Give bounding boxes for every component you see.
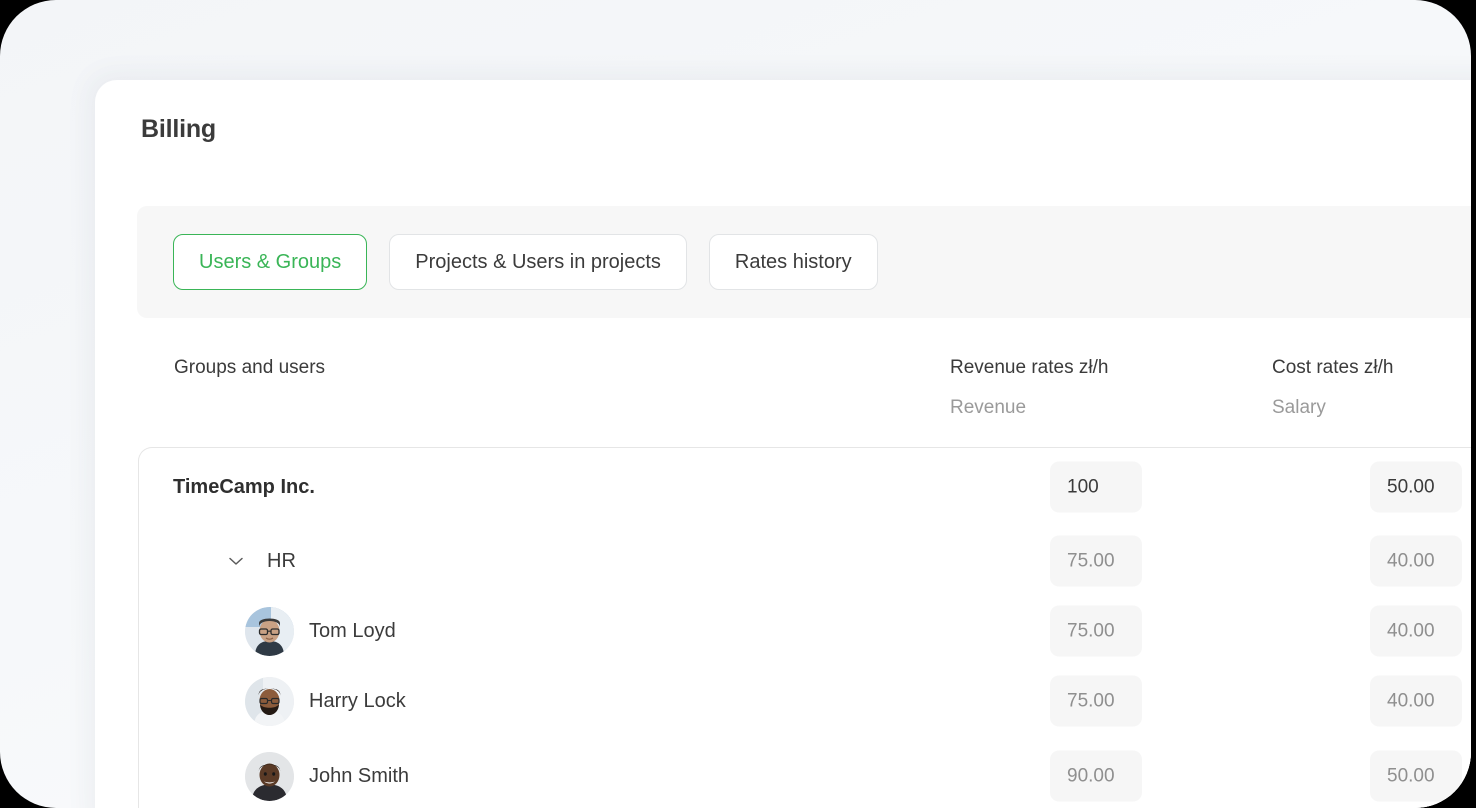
table-row[interactable]: John Smith 90.00 50.00 — [139, 736, 1471, 808]
row-name: HR — [267, 549, 296, 572]
revenue-rate-input[interactable]: 75.00 — [1050, 535, 1142, 587]
tab-projects-and-users-in-projects[interactable]: Projects & Users in projects — [389, 234, 687, 290]
avatar — [245, 676, 294, 726]
page-title: Billing — [141, 115, 216, 143]
row-name: Tom Loyd — [309, 619, 396, 642]
column-header-revenue-rates: Revenue rates zł/h Revenue — [950, 357, 1108, 419]
avatar — [245, 606, 294, 656]
revenue-rate-input[interactable]: 100 — [1050, 461, 1142, 513]
avatar — [245, 751, 294, 801]
revenue-rate-input[interactable]: 90.00 — [1050, 750, 1142, 802]
revenue-rate-input[interactable]: 75.00 — [1050, 675, 1142, 727]
revenue-rate-input[interactable]: 75.00 — [1050, 605, 1142, 657]
column-subtitle: Salary — [1272, 397, 1326, 418]
row-label-cell: Harry Lock — [245, 666, 406, 736]
table-column-headers: Groups and users Revenue rates zł/h Reve… — [95, 340, 1471, 448]
column-subtitle: Revenue — [950, 397, 1027, 418]
tab-rates-history[interactable]: Rates history — [708, 234, 878, 290]
row-label-cell: Tom Loyd — [245, 596, 396, 666]
billing-content-card: Billing Users & Groups Projects & Users … — [95, 80, 1471, 808]
table-row[interactable]: TimeCamp Inc. 100 50.00 — [139, 448, 1471, 526]
table-row[interactable]: HR 75.00 40.00 — [139, 526, 1471, 596]
cost-rate-input[interactable]: 40.00 — [1370, 605, 1462, 657]
row-name: TimeCamp Inc. — [173, 475, 315, 498]
row-label-cell: John Smith — [245, 736, 409, 808]
cost-rate-input[interactable]: 50.00 — [1370, 750, 1462, 802]
column-title: Revenue rates zł/h — [950, 357, 1109, 378]
rates-table: TimeCamp Inc. 100 50.00 HR 75.00 40.00 T… — [138, 447, 1471, 808]
row-name: Harry Lock — [309, 689, 406, 712]
column-header-cost-rates: Cost rates zł/h Salary — [1272, 357, 1393, 419]
chevron-down-icon[interactable] — [225, 550, 247, 572]
tab-label: Projects & Users in projects — [415, 250, 661, 273]
tab-bar: Users & Groups Projects & Users in proje… — [137, 206, 1471, 318]
row-label-cell: TimeCamp Inc. — [173, 448, 315, 526]
tab-label: Rates history — [734, 250, 852, 273]
cost-rate-input[interactable]: 50.00 — [1370, 461, 1462, 513]
column-title: Cost rates zł/h — [1272, 357, 1394, 378]
cost-rate-input[interactable]: 40.00 — [1370, 535, 1462, 587]
app-window-frame: Billing Users & Groups Projects & Users … — [0, 0, 1471, 808]
column-title: Groups and users — [174, 357, 326, 378]
table-row[interactable]: Tom Loyd 75.00 40.00 — [139, 596, 1471, 666]
cost-rate-input[interactable]: 40.00 — [1370, 675, 1462, 727]
row-label-cell: HR — [225, 526, 296, 596]
column-header-groups-and-users: Groups and users — [174, 357, 325, 379]
tab-users-and-groups[interactable]: Users & Groups — [173, 234, 368, 290]
tab-label: Users & Groups — [199, 250, 342, 273]
table-row[interactable]: Harry Lock 75.00 40.00 — [139, 666, 1471, 736]
row-name: John Smith — [309, 764, 410, 787]
tab-list: Users & Groups Projects & Users in proje… — [173, 234, 878, 290]
